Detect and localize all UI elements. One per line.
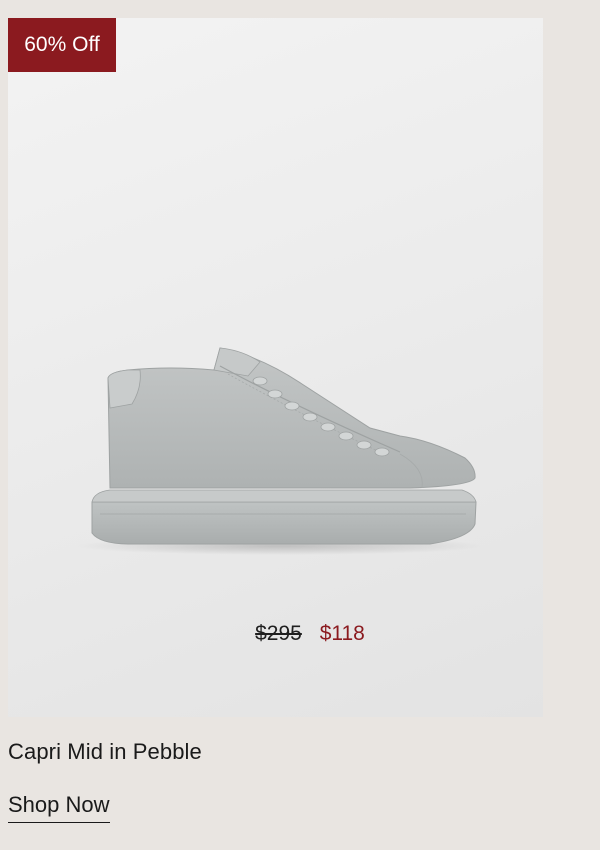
price-row: $295 $118 <box>8 622 543 646</box>
original-price: $295 <box>255 622 302 645</box>
sale-price: $118 <box>319 622 365 645</box>
shop-now-link[interactable]: Shop Now <box>8 792 110 823</box>
product-card[interactable]: 60% Off $295 $118 <box>8 18 543 717</box>
discount-badge: 60% Off <box>8 18 116 72</box>
sneaker-image[interactable] <box>70 318 490 558</box>
product-name[interactable]: Capri Mid in Pebble <box>8 739 202 765</box>
